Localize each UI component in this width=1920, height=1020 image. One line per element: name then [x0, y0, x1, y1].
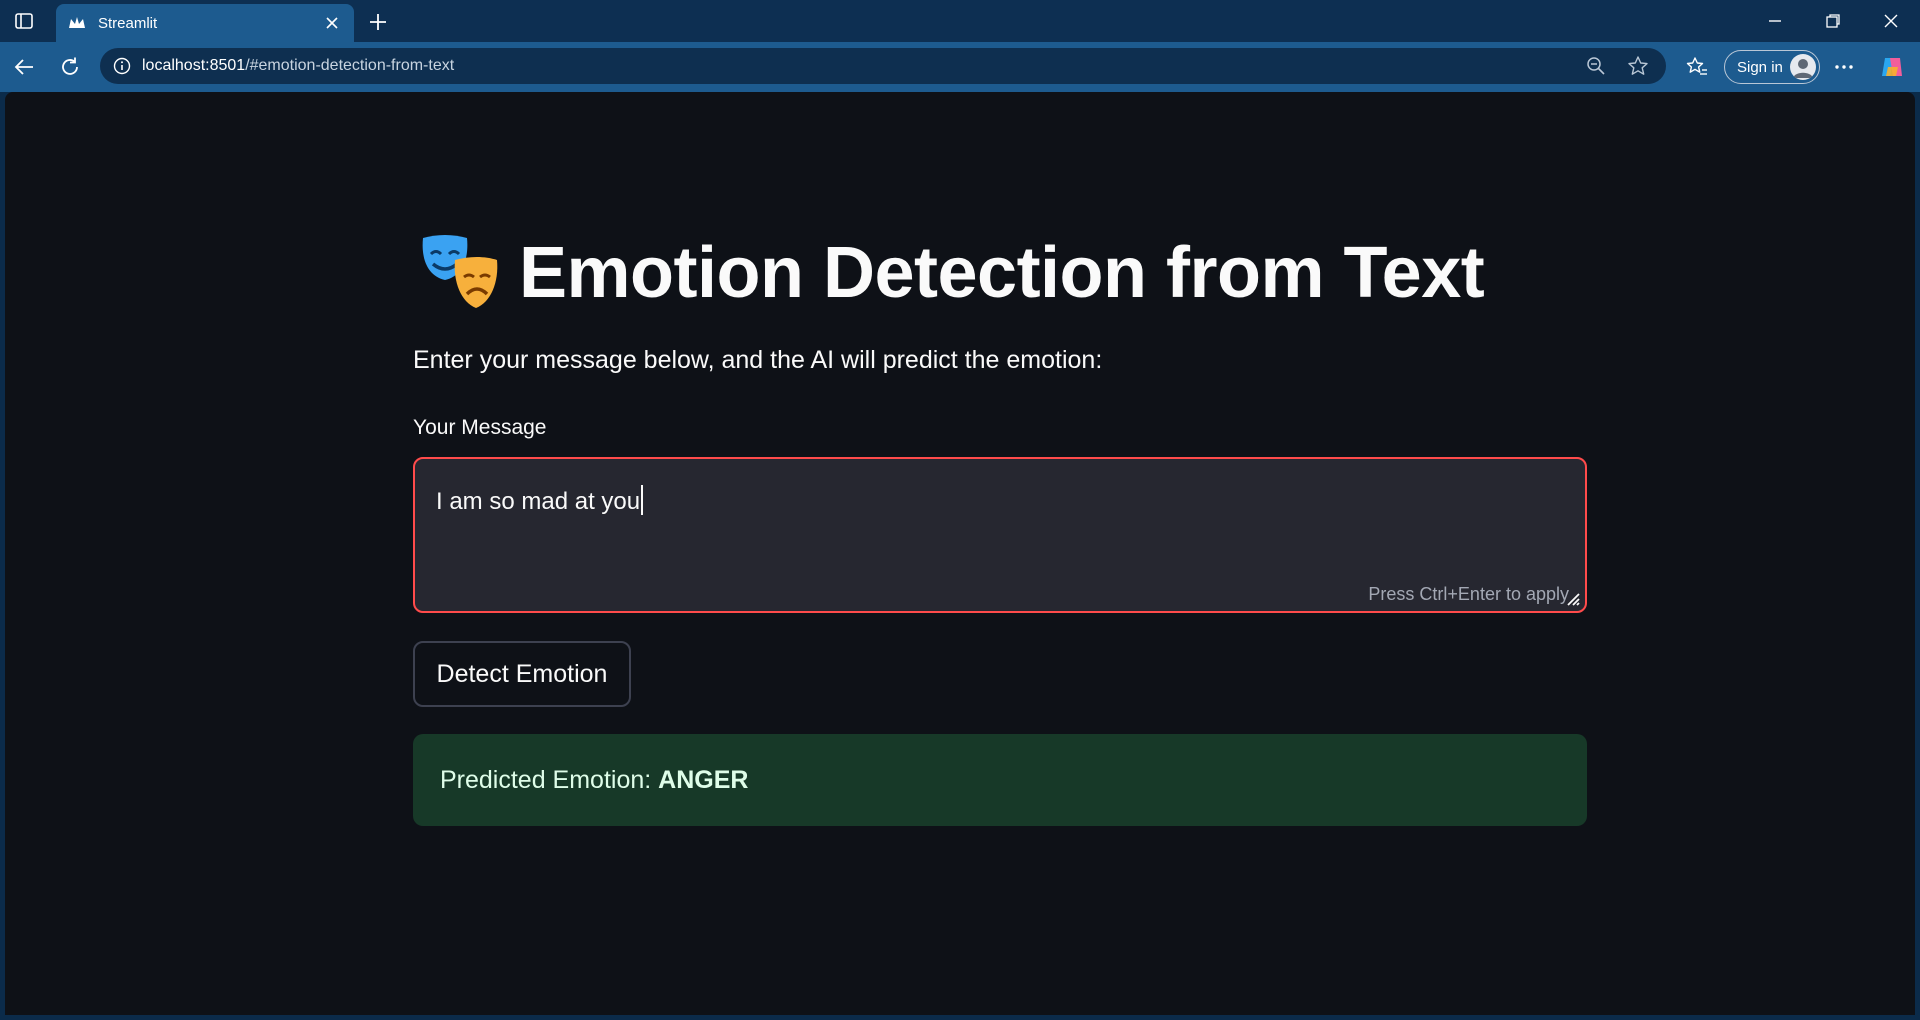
- copilot-icon[interactable]: [1878, 53, 1906, 81]
- favorites-icon[interactable]: [1683, 53, 1711, 81]
- avatar-icon: [1790, 54, 1816, 80]
- page-title: Emotion Detection from Text: [519, 233, 1485, 313]
- sidebar-toggle-icon[interactable]: [12, 9, 36, 33]
- message-value: I am so mad at you: [436, 485, 644, 516]
- apply-hint: Press Ctrl+Enter to apply: [1368, 584, 1569, 604]
- restore-icon[interactable]: [1818, 6, 1848, 36]
- result-emotion: ANGER: [658, 765, 749, 794]
- message-field-label: Your Message: [413, 416, 547, 439]
- favorite-star-icon[interactable]: [1624, 52, 1652, 80]
- page-viewport: Emotion Detection from Text Enter your m…: [5, 92, 1915, 1015]
- result-alert: Predicted Emotion: ANGER: [413, 734, 1587, 826]
- zoom-out-icon[interactable]: [1582, 52, 1610, 80]
- address-bar[interactable]: localhost:8501/#emotion-detection-from-t…: [100, 48, 1666, 84]
- browser-tab[interactable]: Streamlit: [56, 4, 354, 42]
- browser-tab-bar: Streamlit: [0, 0, 1920, 42]
- detect-emotion-button[interactable]: Detect Emotion: [413, 641, 631, 707]
- url-text: localhost:8501/#emotion-detection-from-t…: [142, 57, 1582, 75]
- reload-icon[interactable]: [56, 53, 84, 81]
- site-info-icon[interactable]: [112, 56, 132, 76]
- new-tab-icon[interactable]: [364, 8, 392, 36]
- url-path: /#emotion-detection-from-text: [245, 57, 455, 74]
- performing-arts-icon: [422, 235, 498, 308]
- tab-title: Streamlit: [98, 14, 158, 32]
- sign-in-label: Sign in: [1737, 58, 1783, 76]
- message-text: I am so mad at you: [436, 488, 641, 515]
- back-icon[interactable]: [10, 53, 38, 81]
- result-text: Predicted Emotion: ANGER: [440, 766, 748, 795]
- streamlit-crown-icon: [68, 14, 86, 32]
- sign-in-button[interactable]: Sign in: [1724, 50, 1820, 84]
- close-window-icon[interactable]: [1876, 6, 1906, 36]
- url-host: localhost:8501: [142, 57, 246, 74]
- message-textarea[interactable]: I am so mad at you Press Ctrl+Enter to a…: [413, 457, 1587, 613]
- close-tab-icon[interactable]: [318, 9, 346, 37]
- result-prefix: Predicted Emotion:: [440, 765, 659, 794]
- more-options-icon[interactable]: [1830, 53, 1858, 81]
- browser-toolbar: localhost:8501/#emotion-detection-from-t…: [0, 42, 1920, 92]
- resize-handle-icon[interactable]: [1565, 591, 1581, 607]
- minimize-icon[interactable]: [1760, 6, 1790, 36]
- page-subtitle: Enter your message below, and the AI wil…: [413, 346, 1103, 374]
- title-row: Emotion Detection from Text: [419, 232, 1485, 314]
- text-caret: [641, 485, 644, 515]
